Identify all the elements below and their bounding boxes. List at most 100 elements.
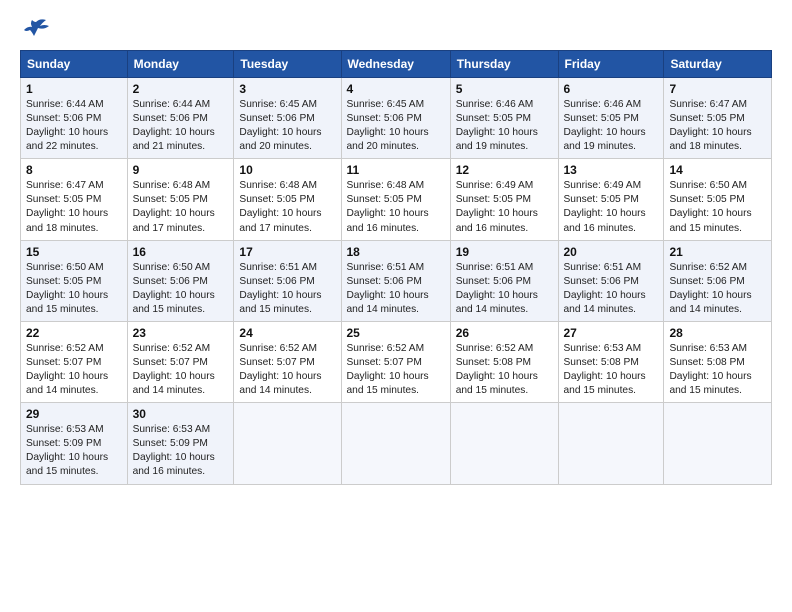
weekday-header-monday: Monday (127, 51, 234, 78)
day-number: 12 (456, 163, 553, 177)
calendar-cell: 6 Sunrise: 6:46 AM Sunset: 5:05 PM Daylig… (558, 78, 664, 159)
calendar-cell: 9 Sunrise: 6:48 AM Sunset: 5:05 PM Daylig… (127, 159, 234, 240)
calendar-cell (664, 403, 772, 484)
day-info: Sunrise: 6:50 AM Sunset: 5:05 PM Dayligh… (669, 179, 766, 235)
calendar-cell: 27Sunrise: 6:53 AM Sunset: 5:08 PM Dayli… (558, 321, 664, 402)
day-number: 25 (347, 326, 445, 340)
calendar-cell (450, 403, 558, 484)
calendar-cell: 28 Sunrise: 6:53 AM Sunset: 5:08 PM Dayli… (664, 321, 772, 402)
calendar-week-row: 22 Sunrise: 6:52 AM Sunset: 5:07 PM Dayli… (21, 321, 772, 402)
day-info: Sunrise: 6:48 AM Sunset: 5:05 PM Dayligh… (133, 179, 229, 235)
day-info: Sunrise: 6:46 AM Sunset: 5:05 PM Dayligh… (456, 98, 553, 154)
day-number: 15 (26, 245, 122, 259)
calendar-cell: 10 Sunrise: 6:48 AM Sunset: 5:05 PM Dayli… (234, 159, 341, 240)
day-info: Sunrise: 6:51 AM Sunset: 5:06 PM Dayligh… (456, 261, 553, 317)
day-number: 11 (347, 163, 445, 177)
calendar-week-row: 1 Sunrise: 6:44 AM Sunset: 5:06 PM Daylig… (21, 78, 772, 159)
day-info: Sunrise: 6:52 AM Sunset: 5:07 PM Dayligh… (26, 342, 122, 398)
day-number: 19 (456, 245, 553, 259)
day-number: 21 (669, 245, 766, 259)
header (20, 18, 772, 40)
day-number: 24 (239, 326, 335, 340)
calendar-cell: 26Sunrise: 6:52 AM Sunset: 5:08 PM Dayli… (450, 321, 558, 402)
day-info: Sunrise: 6:48 AM Sunset: 5:05 PM Dayligh… (347, 179, 445, 235)
day-number: 22 (26, 326, 122, 340)
calendar-cell: 8 Sunrise: 6:47 AM Sunset: 5:05 PM Daylig… (21, 159, 128, 240)
calendar-cell: 25 Sunrise: 6:52 AM Sunset: 5:07 PM Dayli… (341, 321, 450, 402)
day-number: 18 (347, 245, 445, 259)
day-number: 27 (564, 326, 659, 340)
calendar-cell (341, 403, 450, 484)
day-info: Sunrise: 6:48 AM Sunset: 5:05 PM Dayligh… (239, 179, 335, 235)
calendar-cell: 13 Sunrise: 6:49 AM Sunset: 5:05 PM Dayli… (558, 159, 664, 240)
calendar-week-row: 15 Sunrise: 6:50 AM Sunset: 5:05 PM Dayli… (21, 240, 772, 321)
day-number: 13 (564, 163, 659, 177)
day-number: 2 (133, 82, 229, 96)
calendar-cell: 5 Sunrise: 6:46 AM Sunset: 5:05 PM Daylig… (450, 78, 558, 159)
calendar-cell: 14 Sunrise: 6:50 AM Sunset: 5:05 PM Dayli… (664, 159, 772, 240)
day-number: 10 (239, 163, 335, 177)
day-info: Sunrise: 6:52 AM Sunset: 5:07 PM Dayligh… (347, 342, 445, 398)
day-info: Sunrise: 6:50 AM Sunset: 5:05 PM Dayligh… (26, 261, 122, 317)
day-number: 23 (133, 326, 229, 340)
day-number: 26 (456, 326, 553, 340)
weekday-header-sunday: Sunday (21, 51, 128, 78)
calendar-cell: 15 Sunrise: 6:50 AM Sunset: 5:05 PM Dayli… (21, 240, 128, 321)
calendar-cell: 20 Sunrise: 6:51 AM Sunset: 5:06 PM Dayli… (558, 240, 664, 321)
calendar-cell: 19 Sunrise: 6:51 AM Sunset: 5:06 PM Dayli… (450, 240, 558, 321)
day-info: Sunrise: 6:44 AM Sunset: 5:06 PM Dayligh… (26, 98, 122, 154)
calendar-cell: 21 Sunrise: 6:52 AM Sunset: 5:06 PM Dayli… (664, 240, 772, 321)
day-info: Sunrise: 6:49 AM Sunset: 5:05 PM Dayligh… (564, 179, 659, 235)
day-number: 14 (669, 163, 766, 177)
weekday-header-row: SundayMondayTuesdayWednesdayThursdayFrid… (21, 51, 772, 78)
day-number: 3 (239, 82, 335, 96)
logo-bird-icon (22, 18, 50, 40)
calendar-cell: 11 Sunrise: 6:48 AM Sunset: 5:05 PM Dayli… (341, 159, 450, 240)
day-info: Sunrise: 6:45 AM Sunset: 5:06 PM Dayligh… (347, 98, 445, 154)
day-number: 28 (669, 326, 766, 340)
day-number: 7 (669, 82, 766, 96)
day-number: 5 (456, 82, 553, 96)
weekday-header-thursday: Thursday (450, 51, 558, 78)
day-number: 1 (26, 82, 122, 96)
day-info: Sunrise: 6:51 AM Sunset: 5:06 PM Dayligh… (564, 261, 659, 317)
day-info: Sunrise: 6:49 AM Sunset: 5:05 PM Dayligh… (456, 179, 553, 235)
day-number: 16 (133, 245, 229, 259)
calendar-cell: 29Sunrise: 6:53 AM Sunset: 5:09 PM Dayli… (21, 403, 128, 484)
calendar-cell: 23 Sunrise: 6:52 AM Sunset: 5:07 PM Dayli… (127, 321, 234, 402)
calendar-cell: 17Sunrise: 6:51 AM Sunset: 5:06 PM Dayli… (234, 240, 341, 321)
day-info: Sunrise: 6:47 AM Sunset: 5:05 PM Dayligh… (26, 179, 122, 235)
weekday-header-wednesday: Wednesday (341, 51, 450, 78)
day-number: 8 (26, 163, 122, 177)
calendar-cell: 12 Sunrise: 6:49 AM Sunset: 5:05 PM Dayli… (450, 159, 558, 240)
day-number: 20 (564, 245, 659, 259)
day-number: 6 (564, 82, 659, 96)
day-info: Sunrise: 6:45 AM Sunset: 5:06 PM Dayligh… (239, 98, 335, 154)
calendar-cell (558, 403, 664, 484)
weekday-header-saturday: Saturday (664, 51, 772, 78)
day-info: Sunrise: 6:46 AM Sunset: 5:05 PM Dayligh… (564, 98, 659, 154)
calendar-page: SundayMondayTuesdayWednesdayThursdayFrid… (0, 0, 792, 612)
calendar-cell: 4 Sunrise: 6:45 AM Sunset: 5:06 PM Daylig… (341, 78, 450, 159)
calendar-week-row: 29 Sunrise: 6:53 AM Sunset: 5:09 PM Dayli… (21, 403, 772, 484)
calendar-cell: 24 Sunrise: 6:52 AM Sunset: 5:07 PM Dayli… (234, 321, 341, 402)
day-info: Sunrise: 6:52 AM Sunset: 5:07 PM Dayligh… (239, 342, 335, 398)
calendar-cell (234, 403, 341, 484)
day-info: Sunrise: 6:51 AM Sunset: 5:06 PM Dayligh… (347, 261, 445, 317)
day-number: 9 (133, 163, 229, 177)
day-info: Sunrise: 6:53 AM Sunset: 5:09 PM Dayligh… (133, 423, 229, 479)
day-number: 29 (26, 407, 122, 421)
day-number: 4 (347, 82, 445, 96)
day-info: Sunrise: 6:53 AM Sunset: 5:08 PM Dayligh… (669, 342, 766, 398)
calendar-cell: 16Sunrise: 6:50 AM Sunset: 5:06 PM Dayli… (127, 240, 234, 321)
calendar-cell: 3 Sunrise: 6:45 AM Sunset: 5:06 PM Daylig… (234, 78, 341, 159)
day-info: Sunrise: 6:52 AM Sunset: 5:07 PM Dayligh… (133, 342, 229, 398)
calendar-cell: 30Sunrise: 6:53 AM Sunset: 5:09 PM Dayli… (127, 403, 234, 484)
calendar-cell: 1 Sunrise: 6:44 AM Sunset: 5:06 PM Daylig… (21, 78, 128, 159)
calendar-cell: 22 Sunrise: 6:52 AM Sunset: 5:07 PM Dayli… (21, 321, 128, 402)
calendar-week-row: 8 Sunrise: 6:47 AM Sunset: 5:05 PM Daylig… (21, 159, 772, 240)
day-info: Sunrise: 6:52 AM Sunset: 5:06 PM Dayligh… (669, 261, 766, 317)
day-info: Sunrise: 6:44 AM Sunset: 5:06 PM Dayligh… (133, 98, 229, 154)
weekday-header-friday: Friday (558, 51, 664, 78)
calendar-cell: 2 Sunrise: 6:44 AM Sunset: 5:06 PM Daylig… (127, 78, 234, 159)
